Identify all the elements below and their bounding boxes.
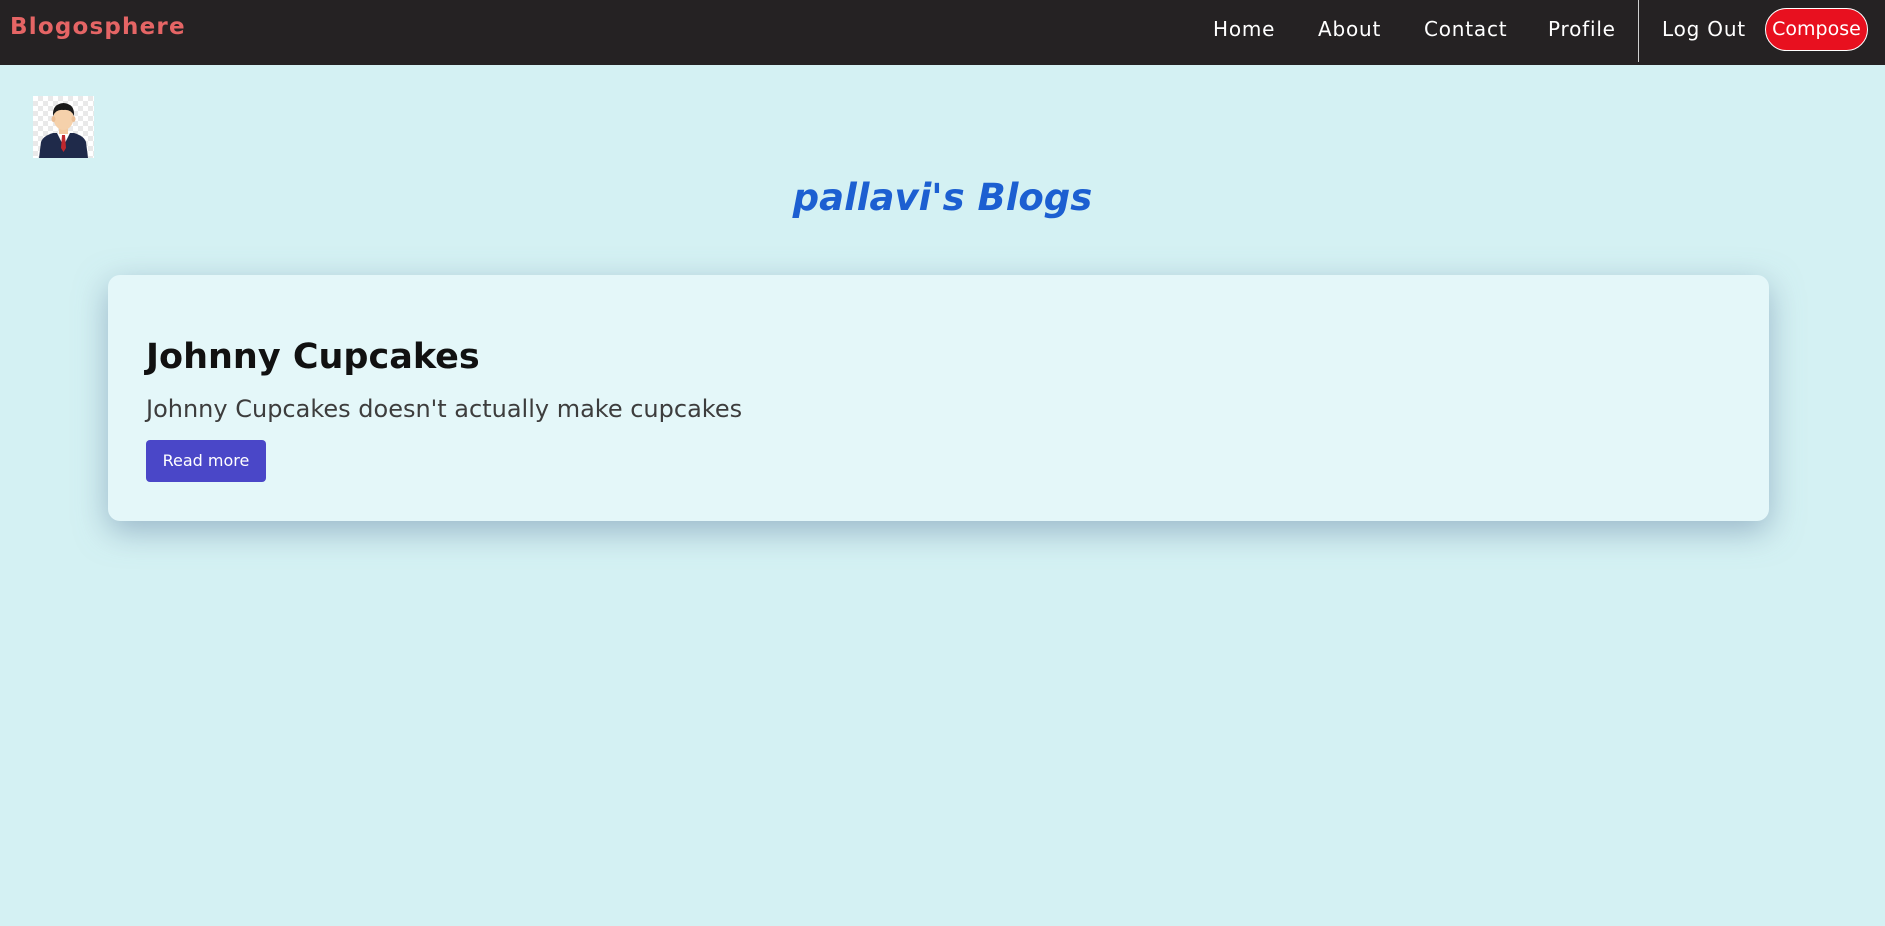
nav-link-contact[interactable]: Contact bbox=[1424, 17, 1507, 41]
nav-divider bbox=[1638, 0, 1639, 62]
post-excerpt: Johnny Cupcakes doesn't actually make cu… bbox=[146, 395, 743, 423]
compose-button[interactable]: Compose bbox=[1765, 8, 1868, 51]
brand-logo[interactable]: Blogosphere bbox=[10, 14, 186, 40]
post-title: Johnny Cupcakes bbox=[146, 337, 480, 377]
nav-link-home[interactable]: Home bbox=[1213, 17, 1275, 41]
nav-link-about[interactable]: About bbox=[1318, 17, 1381, 41]
navbar: Blogosphere Home About Contact Profile L… bbox=[0, 0, 1885, 65]
nav-link-profile[interactable]: Profile bbox=[1548, 17, 1616, 41]
read-more-button[interactable]: Read more bbox=[146, 440, 266, 482]
user-avatar-icon[interactable] bbox=[33, 96, 94, 158]
nav-link-logout[interactable]: Log Out bbox=[1662, 17, 1746, 41]
person-icon bbox=[39, 103, 88, 158]
blog-post-card: Johnny Cupcakes Johnny Cupcakes doesn't … bbox=[108, 275, 1769, 521]
page-title: pallavi's Blogs bbox=[792, 176, 1093, 219]
